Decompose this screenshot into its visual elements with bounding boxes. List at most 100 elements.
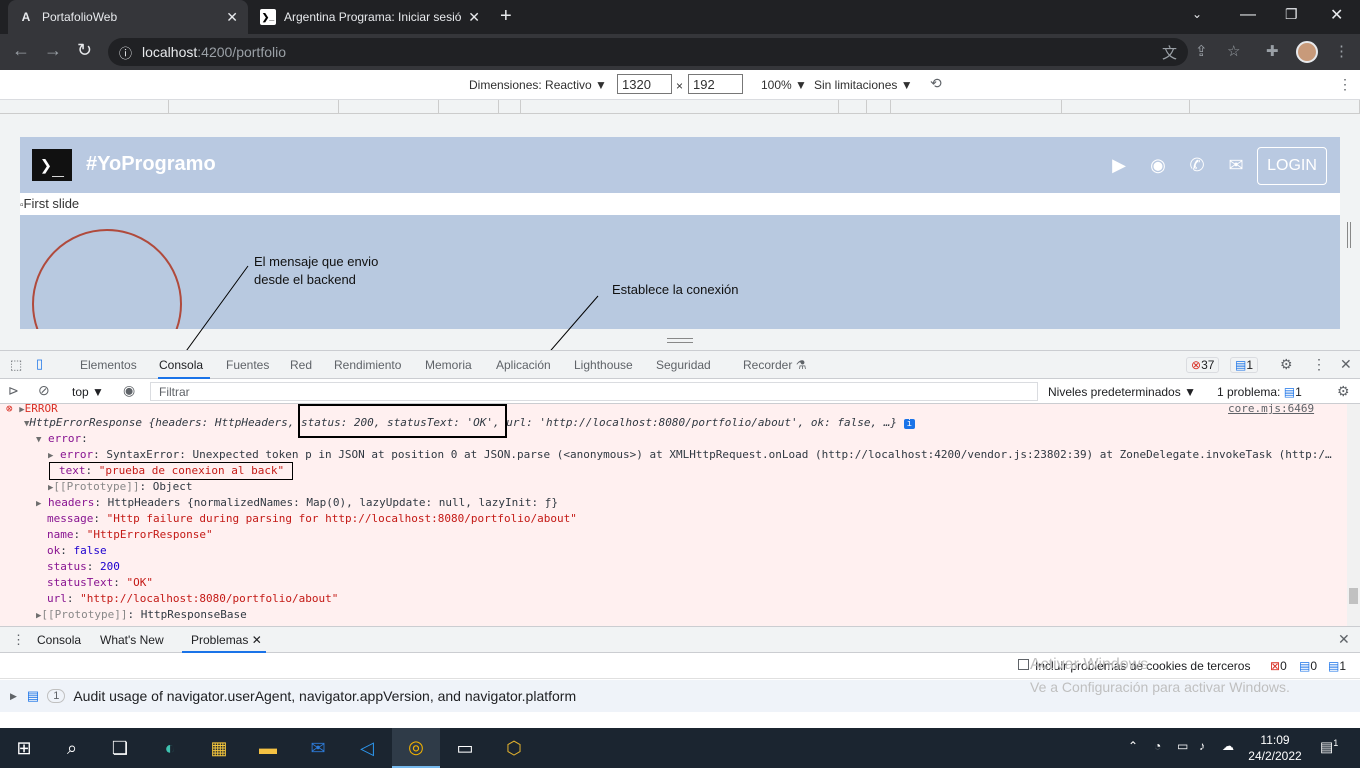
- minimize-window-button[interactable]: —: [1240, 6, 1256, 24]
- edge-icon[interactable]: ◐: [146, 728, 194, 768]
- url-input[interactable]: ⓘ localhost:4200/portfolio: [108, 38, 1188, 66]
- search-icon[interactable]: ⌕: [48, 728, 96, 768]
- drawer-tab-problemas[interactable]: Problemas ✕: [191, 633, 262, 647]
- extensions-puzzle-icon[interactable]: ✚: [1266, 42, 1279, 60]
- close-tab-icon[interactable]: ✕: [252, 633, 262, 647]
- console-scrollbar-thumb[interactable]: [1349, 588, 1358, 604]
- expand-triangle-icon[interactable]: ▶: [10, 691, 17, 702]
- profile-avatar[interactable]: [1296, 41, 1318, 63]
- error-count-badge[interactable]: ⊗37: [1186, 357, 1220, 373]
- problems-button[interactable]: 1 problema: ▤1: [1217, 385, 1302, 399]
- info-icon[interactable]: i: [903, 419, 916, 429]
- browser-tab-argentina[interactable]: ❯_ Argentina Programa: Iniciar sesió ✕: [250, 0, 490, 34]
- mail-icon[interactable]: ✉: [1224, 155, 1248, 177]
- tab-consola[interactable]: Consola: [159, 358, 203, 372]
- ruler-segment[interactable]: [169, 100, 339, 114]
- mail-icon[interactable]: ✉: [294, 728, 342, 768]
- ruler-segment[interactable]: [439, 100, 499, 114]
- drawer-tab-consola[interactable]: Consola: [37, 633, 81, 647]
- share-icon[interactable]: ⇪: [1195, 42, 1208, 60]
- ruler-segment[interactable]: [867, 100, 891, 114]
- terminal-icon[interactable]: ▭: [441, 728, 489, 768]
- tab-elementos[interactable]: Elementos: [80, 358, 137, 372]
- github-icon[interactable]: ◉: [1146, 155, 1170, 177]
- viewport-width-input[interactable]: 1320: [617, 74, 672, 94]
- prop-message[interactable]: message: "Http failure during parsing fo…: [47, 511, 577, 527]
- tab-recorder[interactable]: Recorder ⚗: [743, 358, 806, 372]
- whatsapp-icon[interactable]: ✆: [1185, 155, 1209, 177]
- sidebar-toggle-icon[interactable]: ⊳: [8, 383, 19, 399]
- cloud-icon[interactable]: ☁: [1222, 739, 1234, 753]
- third-party-checkbox[interactable]: [1018, 659, 1029, 670]
- back-arrow-icon[interactable]: ←: [12, 40, 30, 61]
- chrome-menu-icon[interactable]: ⋮: [1334, 42, 1349, 60]
- translate-icon[interactable]: 文: [1162, 42, 1177, 63]
- prop-url[interactable]: url: "http://localhost:8080/portfolio/ab…: [47, 591, 338, 607]
- close-devtools-icon[interactable]: ✕: [1340, 356, 1352, 373]
- tray-chevron-icon[interactable]: ⌃: [1128, 739, 1138, 753]
- prop-prototype-base[interactable]: ▶[[Prototype]]: HttpResponseBase: [36, 607, 247, 624]
- source-link[interactable]: core.mjs:6469: [1228, 404, 1314, 417]
- restore-window-button[interactable]: ❐: [1285, 6, 1298, 23]
- resize-handle-bottom[interactable]: [667, 338, 693, 343]
- prop-headers[interactable]: ▶ headers: HttpHeaders {normalizedNames:…: [36, 495, 558, 512]
- inspect-element-icon[interactable]: ⬚: [10, 357, 22, 373]
- volume-icon[interactable]: ♪: [1199, 739, 1205, 753]
- prop-status[interactable]: status: 200: [47, 559, 120, 575]
- ruler-segment[interactable]: [339, 100, 439, 114]
- prop-error-root[interactable]: ▼ error:: [36, 431, 88, 448]
- close-tab-icon[interactable]: ✕: [468, 9, 480, 26]
- settings-gear-icon[interactable]: ⚙: [1280, 356, 1293, 373]
- dimensions-dropdown[interactable]: Dimensiones: Reactivo ▼: [469, 78, 607, 92]
- clear-console-icon[interactable]: ⊘: [38, 382, 50, 399]
- prop-ok[interactable]: ok: false: [47, 543, 107, 559]
- console-settings-gear-icon[interactable]: ⚙: [1337, 383, 1350, 400]
- virtualbox-icon[interactable]: ⬡: [490, 728, 538, 768]
- task-view-icon[interactable]: ❏: [96, 728, 144, 768]
- tab-aplicacion[interactable]: Aplicación: [496, 358, 551, 372]
- device-toggle-icon[interactable]: ▯: [36, 356, 43, 372]
- battery-icon[interactable]: ▭: [1177, 739, 1188, 753]
- expand-triangle-icon[interactable]: ▶: [36, 499, 41, 509]
- tab-fuentes[interactable]: Fuentes: [226, 358, 269, 372]
- prop-prototype-object[interactable]: ▶[[Prototype]]: Object: [48, 479, 193, 496]
- windows-start-icon[interactable]: ⊞: [0, 728, 48, 768]
- console-filter-input[interactable]: Filtrar: [150, 382, 1038, 401]
- chrome-icon[interactable]: ◎: [392, 728, 440, 768]
- context-select[interactable]: top ▼: [72, 385, 104, 399]
- tab-memoria[interactable]: Memoria: [425, 358, 472, 372]
- throttle-dropdown[interactable]: Sin limitaciones ▼: [814, 78, 913, 92]
- vscode-icon[interactable]: ◁: [343, 728, 391, 768]
- rotate-icon[interactable]: ⟲: [930, 75, 942, 92]
- file-explorer-icon[interactable]: ▬: [244, 728, 292, 768]
- reload-icon[interactable]: ↻: [77, 40, 92, 61]
- system-clock[interactable]: 11:09 24/2/2022: [1240, 732, 1310, 764]
- close-drawer-icon[interactable]: ✕: [1338, 631, 1350, 648]
- collapse-triangle-icon[interactable]: ▼: [36, 435, 41, 445]
- login-button[interactable]: LOGIN: [1257, 147, 1327, 185]
- prop-name[interactable]: name: "HttpErrorResponse": [47, 527, 213, 543]
- tab-red[interactable]: Red: [290, 358, 312, 372]
- drawer-tab-whats-new[interactable]: What's New: [100, 633, 164, 647]
- drawer-menu-icon[interactable]: ⋮: [12, 632, 25, 648]
- new-tab-button[interactable]: +: [500, 5, 512, 28]
- forward-arrow-icon[interactable]: →: [44, 40, 62, 61]
- devtools-menu-icon[interactable]: ⋮: [1312, 356, 1326, 373]
- ruler-segment[interactable]: [1062, 100, 1190, 114]
- ruler-segment[interactable]: [839, 100, 867, 114]
- ruler-segment[interactable]: [1190, 100, 1360, 114]
- live-expression-eye-icon[interactable]: ◉: [123, 382, 135, 399]
- viewport-height-input[interactable]: 192: [688, 74, 743, 94]
- device-options-icon[interactable]: ⋮: [1338, 76, 1352, 93]
- zoom-dropdown[interactable]: 100% ▼: [761, 78, 807, 92]
- close-window-button[interactable]: ✕: [1330, 5, 1343, 25]
- site-info-icon[interactable]: ⓘ: [119, 43, 132, 62]
- youtube-icon[interactable]: ▶: [1107, 155, 1131, 177]
- log-levels-dropdown[interactable]: Niveles predeterminados ▼: [1048, 385, 1196, 399]
- prop-status-text[interactable]: statusText: "OK": [47, 575, 153, 591]
- message-count-badge[interactable]: ▤1: [1230, 357, 1259, 373]
- ruler-segment[interactable]: [499, 100, 521, 114]
- notification-center-icon[interactable]: ▤1: [1320, 738, 1338, 756]
- tab-seguridad[interactable]: Seguridad: [656, 358, 711, 372]
- ruler-segment[interactable]: [521, 100, 839, 114]
